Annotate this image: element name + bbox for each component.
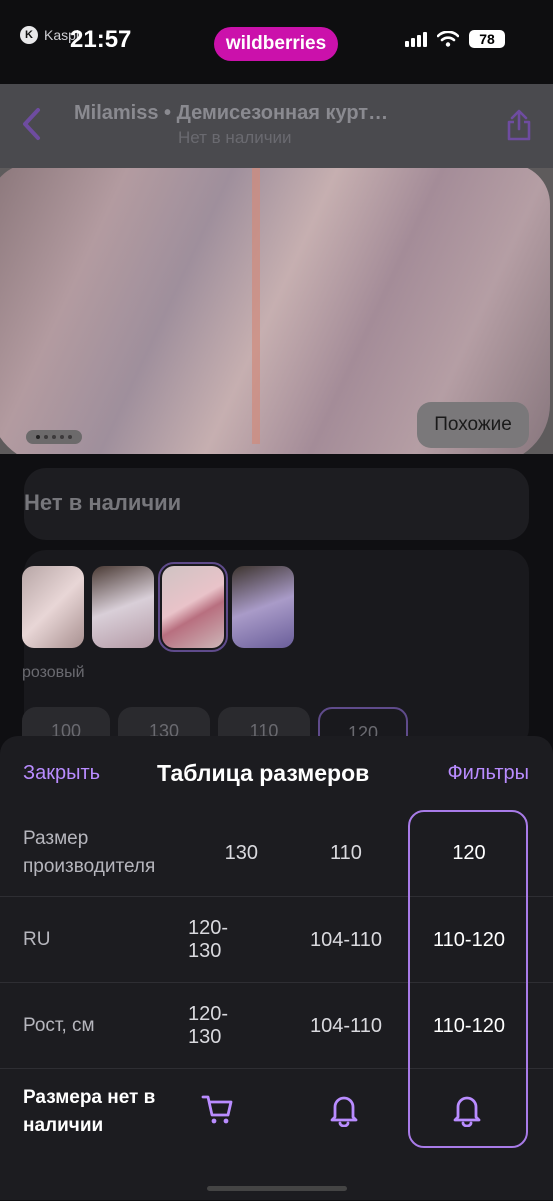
- app-icon: K: [20, 26, 38, 44]
- product-page: K Kaspi 21:57 wildberries 78 Milamiss • …: [0, 0, 553, 1200]
- row-label: Размер производителя: [23, 828, 156, 877]
- table-cell[interactable]: 120-130: [188, 983, 258, 1069]
- stock-status-text: Нет в наличии: [24, 490, 182, 515]
- color-name: розовый: [22, 664, 85, 681]
- stock-status-card: Нет в наличии: [24, 468, 529, 540]
- table-cell[interactable]: 104-110: [286, 983, 406, 1069]
- color-variant-thumb[interactable]: [22, 566, 84, 648]
- close-button[interactable]: Закрыть: [23, 762, 100, 785]
- table-cell[interactable]: 110: [286, 810, 406, 896]
- color-variant-thumb-selected[interactable]: [158, 562, 228, 652]
- availability-label: Размера нет в наличии: [23, 1087, 156, 1136]
- status-icons: 78: [405, 30, 505, 48]
- chevron-left-icon: [23, 108, 40, 140]
- product-gallery[interactable]: Milamiss • Демисезонная курт… Нет в нали…: [0, 84, 553, 454]
- add-to-cart-button[interactable]: [200, 1091, 240, 1131]
- cart-icon: [201, 1095, 233, 1124]
- table-cell[interactable]: 130: [188, 810, 258, 896]
- product-availability: Нет в наличии: [178, 128, 292, 147]
- back-button[interactable]: [20, 106, 50, 146]
- product-title: Milamiss • Демисезонная курт…: [74, 102, 389, 124]
- wifi-icon: [437, 31, 459, 47]
- filters-button[interactable]: Фильтры: [447, 762, 529, 785]
- row-label: Рост, см: [23, 1015, 95, 1036]
- brand-logo: wildberries: [214, 27, 338, 61]
- sheet-title: Таблица размеров: [157, 760, 370, 786]
- share-icon: [507, 109, 531, 141]
- gallery-pagination: [26, 430, 82, 444]
- selected-size-column: [408, 810, 528, 1148]
- table-cell[interactable]: 104-110: [286, 897, 406, 983]
- product-header: Milamiss • Демисезонная курт… Нет в нали…: [0, 84, 553, 168]
- signal-icon: [405, 31, 427, 47]
- notify-button[interactable]: [326, 1091, 366, 1131]
- color-variant-thumb[interactable]: [232, 566, 294, 648]
- color-variants: [22, 562, 294, 652]
- home-indicator: [207, 1186, 347, 1191]
- clock: 21:57: [70, 26, 132, 53]
- table-cell[interactable]: 120-130: [188, 897, 258, 983]
- color-variant-thumb[interactable]: [92, 566, 154, 648]
- status-bar: K Kaspi 21:57 wildberries 78: [0, 0, 553, 84]
- battery-indicator: 78: [469, 30, 505, 48]
- share-button[interactable]: [505, 108, 533, 142]
- bell-icon: [330, 1096, 358, 1128]
- similar-button[interactable]: Похожие: [417, 402, 529, 448]
- size-table-sheet: Закрыть Таблица размеров Фильтры Размер …: [0, 736, 553, 1200]
- row-label: RU: [23, 929, 51, 950]
